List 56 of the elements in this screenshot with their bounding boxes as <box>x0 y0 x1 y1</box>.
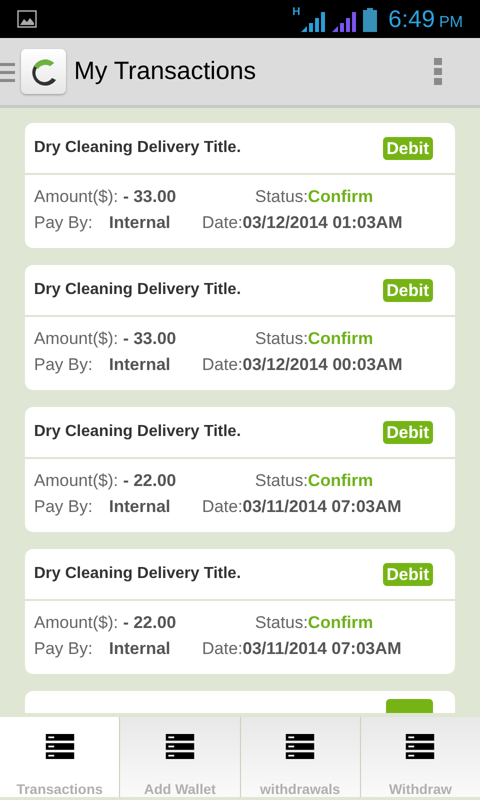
amount-value: - 22.00 <box>123 470 176 492</box>
transaction-card[interactable]: Dry Cleaning Delivery Title. Debit Amount($): - 22.00 Status:Confirm Pay By: Internal Date:03/11/2014 07:03AM <box>25 549 455 674</box>
date-label: Date: <box>202 496 243 518</box>
transaction-title: Dry Cleaning Delivery Title. <box>34 280 241 300</box>
date-value: 03/11/2014 07:03AM <box>242 496 402 518</box>
date-value: 03/12/2014 01:03AM <box>242 212 402 234</box>
clock-time: 6:49 <box>388 8 435 32</box>
status-value: Confirm <box>308 470 374 492</box>
status-value: Confirm <box>308 612 374 634</box>
status-label: Status: <box>255 470 308 492</box>
amount-value: - 22.00 <box>123 612 176 634</box>
signal-icon <box>301 10 326 32</box>
status-label: Status: <box>255 186 308 208</box>
transaction-card[interactable]: Dry Cleaning Delivery Title. Debit Amount($): - 22.00 Status:Confirm Pay By: Internal Date:03/11/2014 07:03AM <box>25 407 455 532</box>
amount-value: - 33.00 <box>123 186 176 208</box>
amount-label: Amount($): <box>34 186 118 208</box>
network-type-label: H <box>292 6 300 18</box>
pay-by-value: Internal <box>109 638 172 660</box>
pay-by-label: Pay By: <box>34 496 94 518</box>
date-label: Date: <box>202 354 243 376</box>
battery-icon <box>363 8 378 32</box>
amount-label: Amount($): <box>34 328 118 350</box>
clock-ampm: PM <box>439 14 463 30</box>
transaction-title: Dry Cleaning Delivery Title. <box>34 564 241 584</box>
screen-title: My Transactions <box>74 56 256 87</box>
date-value: 03/11/2014 07:03AM <box>242 638 402 660</box>
amount-value: - 33.00 <box>123 328 176 350</box>
pay-by-label: Pay By: <box>34 354 94 376</box>
type-badge <box>386 699 433 713</box>
status-label: Status: <box>255 328 308 350</box>
date-label: Date: <box>202 212 243 234</box>
menu-icon[interactable] <box>0 60 16 82</box>
app-logo[interactable] <box>21 49 66 94</box>
type-badge: Debit <box>382 136 433 160</box>
date-value: 03/12/2014 00:03AM <box>242 354 402 376</box>
pay-by-label: Pay By: <box>34 212 94 234</box>
amount-label: Amount($): <box>34 470 118 492</box>
status-value: Confirm <box>308 186 374 208</box>
transaction-title: Dry Cleaning Delivery Title. <box>34 138 241 158</box>
pay-by-value: Internal <box>109 354 172 376</box>
type-badge: Debit <box>382 278 433 302</box>
transaction-card[interactable]: Dry Cleaning Delivery Title. Debit Amount($): - 33.00 Status:Confirm Pay By: Internal Date:03/12/2014 01:03AM <box>25 123 455 248</box>
overflow-menu-icon[interactable] <box>434 58 442 86</box>
date-label: Date: <box>202 638 243 660</box>
status-label: Status: <box>255 612 308 634</box>
signal-icon <box>332 10 356 32</box>
transaction-card[interactable]: Dry Cleaning Delivery Title. Debit Amount($): - 33.00 Status:Confirm Pay By: Internal Date:03/12/2014 00:03AM <box>25 265 455 390</box>
transaction-title: Dry Cleaning Delivery Title. <box>34 422 241 442</box>
pay-by-value: Internal <box>109 212 172 234</box>
type-badge: Debit <box>382 420 433 444</box>
pay-by-value: Internal <box>109 496 172 518</box>
amount-label: Amount($): <box>34 612 118 634</box>
status-value: Confirm <box>308 328 374 350</box>
pay-by-label: Pay By: <box>34 638 94 660</box>
type-badge: Debit <box>382 562 433 586</box>
picture-icon <box>17 10 37 28</box>
